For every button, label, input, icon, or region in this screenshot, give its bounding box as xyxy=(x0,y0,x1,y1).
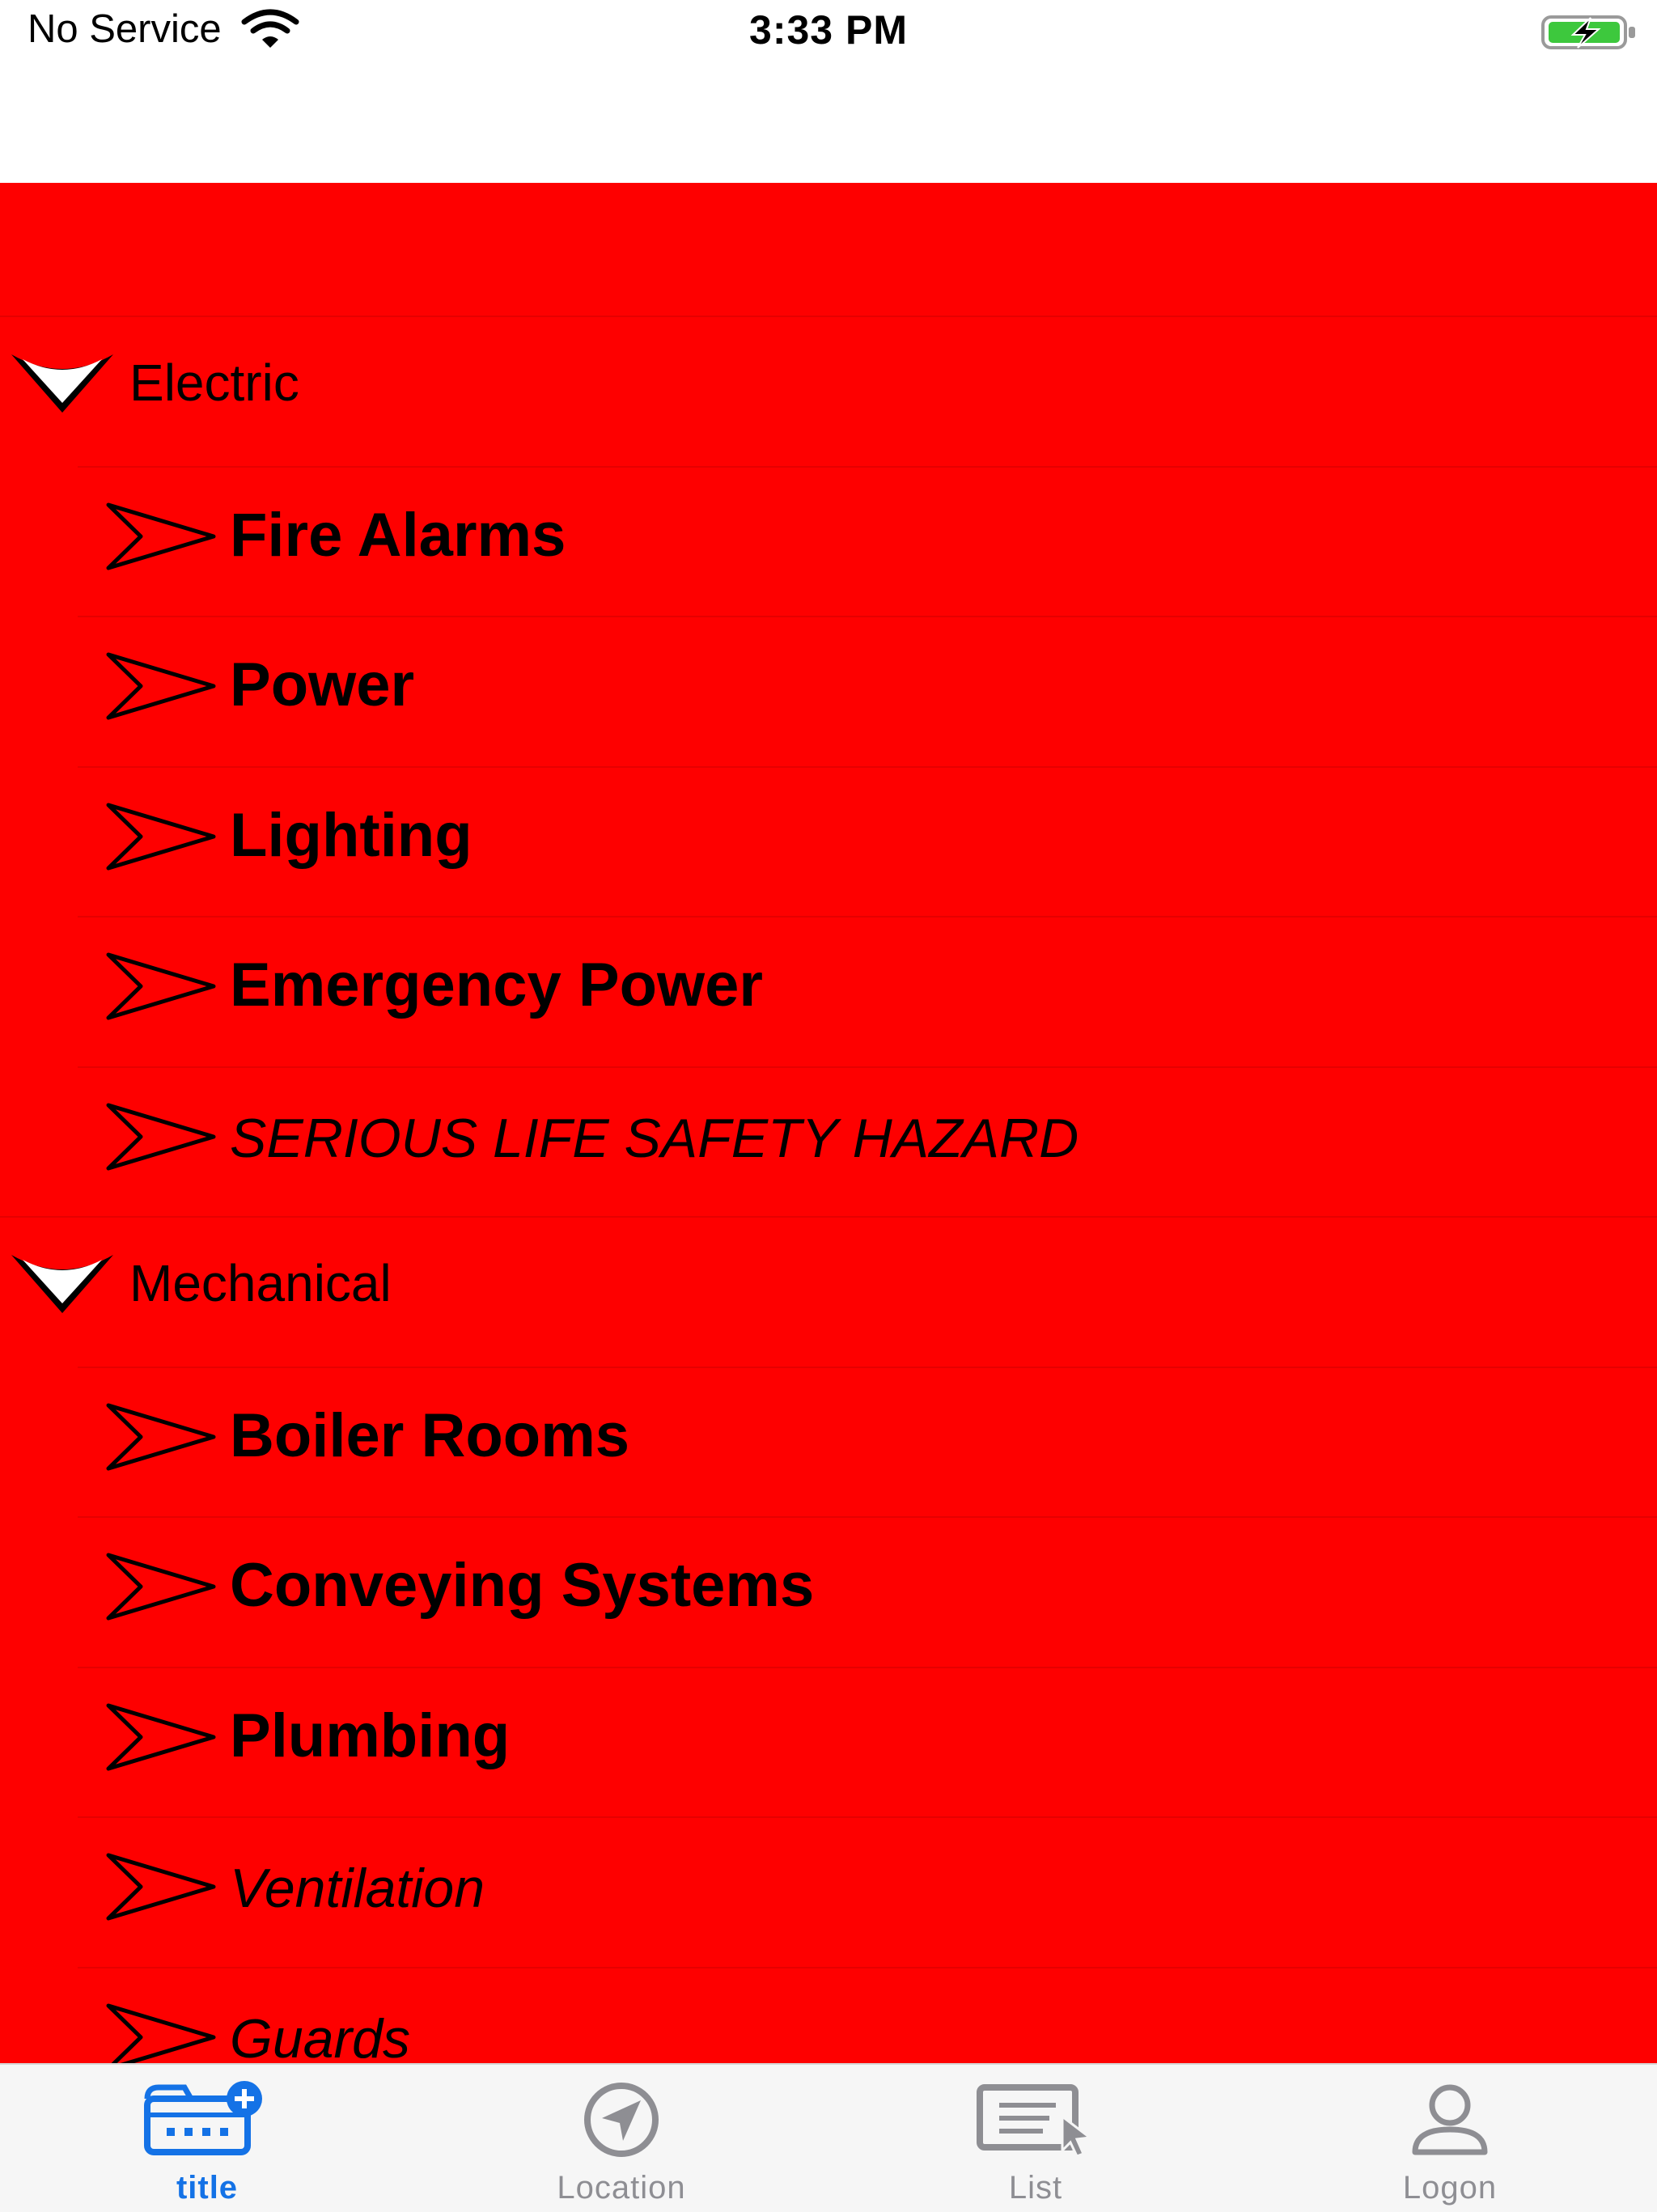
row-separator xyxy=(78,916,1657,917)
chevron-down-icon xyxy=(11,1255,113,1313)
list-item-emergency-power[interactable]: Emergency Power xyxy=(0,916,1657,1066)
section-label: Electric xyxy=(129,354,299,412)
tab-logon[interactable]: Logon xyxy=(1243,2065,1657,2212)
tab-label: Location xyxy=(557,2170,686,2206)
chevron-right-icon xyxy=(106,1703,216,1770)
item-label: Fire Alarms xyxy=(230,500,566,570)
chevron-down-icon xyxy=(11,354,113,413)
tab-location[interactable]: Location xyxy=(414,2065,828,2212)
category-list-area: Electric Fire Alarms Power Lighting Emer… xyxy=(0,183,1657,2063)
item-label: Guards xyxy=(230,2007,410,2064)
item-label: Boiler Rooms xyxy=(230,1401,630,1470)
section-header-mechanical[interactable]: Mechanical xyxy=(0,1216,1657,1367)
list-item-lighting[interactable]: Lighting xyxy=(0,765,1657,917)
tab-label: Logon xyxy=(1402,2170,1498,2206)
list-item-conveying-systems[interactable]: Conveying Systems xyxy=(0,1516,1657,1667)
tab-label: List xyxy=(1008,2170,1063,2206)
row-separator xyxy=(78,1666,1657,1668)
list-item-guards[interactable]: Guards xyxy=(0,1966,1657,2064)
item-label: Power xyxy=(230,650,415,719)
chevron-right-icon xyxy=(106,2003,216,2063)
status-bar: No Service 3:33 PM xyxy=(0,0,1657,65)
chevron-right-icon xyxy=(106,1553,216,1621)
chevron-right-icon xyxy=(106,1403,216,1470)
row-separator xyxy=(78,465,1657,468)
row-separator xyxy=(78,1366,1657,1368)
item-label: Emergency Power xyxy=(230,951,763,1019)
chevron-right-icon xyxy=(106,502,216,570)
chevron-right-icon xyxy=(106,1853,216,1921)
chevron-right-icon xyxy=(106,652,216,720)
row-separator xyxy=(78,765,1657,768)
tab-list[interactable]: List xyxy=(828,2065,1243,2212)
row-separator xyxy=(78,616,1657,617)
section-label: Mechanical xyxy=(129,1254,392,1312)
chevron-right-icon xyxy=(106,803,216,870)
row-separator xyxy=(78,1516,1657,1518)
list-item-boiler-rooms[interactable]: Boiler Rooms xyxy=(0,1366,1657,1517)
row-separator xyxy=(78,1966,1657,1968)
calendar-add-icon xyxy=(144,2081,262,2155)
item-label: Plumbing xyxy=(230,1701,511,1770)
tab-bar: title Location List Logon xyxy=(0,2063,1657,2212)
list-item-ventilation[interactable]: Ventilation xyxy=(0,1816,1657,1967)
battery-charging-icon xyxy=(1541,15,1635,49)
list-item-serious-life-safety-hazard[interactable]: SERIOUS LIFE SAFETY HAZARD xyxy=(0,1066,1657,1217)
row-separator xyxy=(78,1816,1657,1818)
row-separator xyxy=(0,316,1657,317)
person-icon xyxy=(1412,2084,1488,2155)
location-arrow-icon xyxy=(584,2083,659,2157)
tab-title[interactable]: title xyxy=(0,2065,414,2212)
item-label: SERIOUS LIFE SAFETY HAZARD xyxy=(230,1107,1079,1169)
list-item-power[interactable]: Power xyxy=(0,616,1657,766)
list-item-fire-alarms[interactable]: Fire Alarms xyxy=(0,465,1657,617)
category-list: Electric Fire Alarms Power Lighting Emer… xyxy=(0,316,1657,2063)
item-label: Conveying Systems xyxy=(230,1551,815,1620)
status-time: 3:33 PM xyxy=(749,7,908,53)
item-label: Ventilation xyxy=(230,1858,485,1919)
item-label: Lighting xyxy=(230,800,473,870)
list-cursor-icon xyxy=(977,2084,1093,2158)
row-separator xyxy=(78,1066,1657,1068)
chevron-right-icon xyxy=(106,952,216,1020)
row-separator xyxy=(0,1216,1657,1218)
section-header-electric[interactable]: Electric xyxy=(0,316,1657,466)
chevron-right-icon xyxy=(106,1103,216,1170)
tab-label: title xyxy=(176,2170,239,2206)
list-item-plumbing[interactable]: Plumbing xyxy=(0,1666,1657,1817)
